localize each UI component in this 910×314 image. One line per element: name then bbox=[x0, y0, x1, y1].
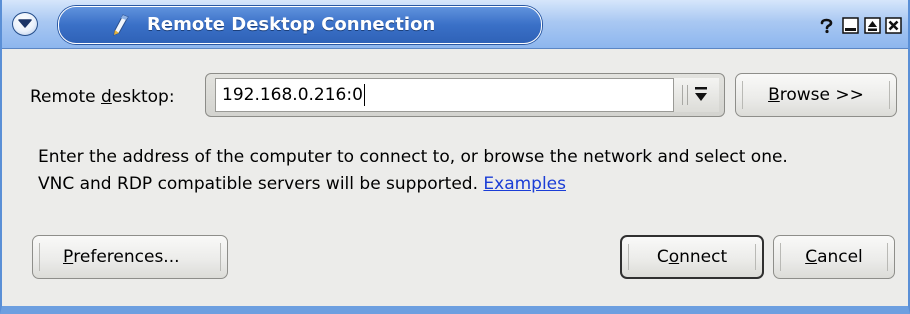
cancel-mnemonic: C bbox=[805, 247, 818, 267]
address-value: 192.168.0.216:0 bbox=[222, 85, 363, 105]
connect-button[interactable]: Co nnect bbox=[620, 235, 764, 279]
remote-desktop-label: Remote desktop: bbox=[30, 87, 175, 107]
label-text: Remote bbox=[30, 87, 101, 107]
text-cursor bbox=[363, 84, 365, 106]
description: Enter the address of the computer to con… bbox=[38, 144, 898, 198]
browse-label: rowse >> bbox=[779, 85, 864, 105]
description-line-1: Enter the address of the computer to con… bbox=[38, 147, 788, 167]
connect-mnemonic: o bbox=[668, 247, 680, 267]
remote-desktop-input[interactable]: 192.168.0.216:0 bbox=[215, 78, 673, 112]
browse-button[interactable]: Browse >> bbox=[735, 73, 897, 117]
title-bar[interactable]: Remote Desktop Connection bbox=[2, 0, 908, 49]
connect-label-pre: C bbox=[656, 247, 669, 267]
remote-desktop-icon bbox=[109, 13, 131, 41]
connect-label-post: nnect bbox=[679, 247, 728, 267]
dialog-window: Remote Desktop Connection Remote desktop… bbox=[0, 0, 910, 314]
description-line-2-text: VNC and RDP compatible servers will be s… bbox=[38, 174, 484, 194]
help-icon[interactable] bbox=[818, 17, 835, 34]
label-text-rest: esktop: bbox=[111, 87, 175, 107]
title-pill: Remote Desktop Connection bbox=[58, 6, 542, 44]
cancel-button[interactable]: Cancel bbox=[773, 235, 895, 279]
preferences-button[interactable]: Preferences... bbox=[32, 235, 228, 279]
preferences-label: references... bbox=[73, 247, 180, 267]
history-dropdown-button[interactable] bbox=[673, 78, 719, 112]
browse-mnemonic: B bbox=[768, 85, 780, 105]
maximize-icon[interactable] bbox=[864, 17, 881, 34]
description-line-2: VNC and RDP compatible servers will be s… bbox=[38, 171, 898, 198]
window-title: Remote Desktop Connection bbox=[147, 14, 436, 35]
window-menu-icon[interactable] bbox=[12, 12, 38, 36]
cancel-label: ancel bbox=[817, 247, 863, 267]
examples-link[interactable]: Examples bbox=[483, 174, 566, 194]
close-icon[interactable] bbox=[885, 17, 902, 34]
dropdown-arrow-icon bbox=[695, 87, 707, 101]
minimize-icon[interactable] bbox=[842, 17, 859, 34]
separator-grip bbox=[682, 85, 688, 105]
label-mnemonic: d bbox=[101, 87, 112, 107]
remote-desktop-combobox[interactable]: 192.168.0.216:0 bbox=[205, 73, 725, 117]
preferences-mnemonic: P bbox=[63, 247, 74, 267]
